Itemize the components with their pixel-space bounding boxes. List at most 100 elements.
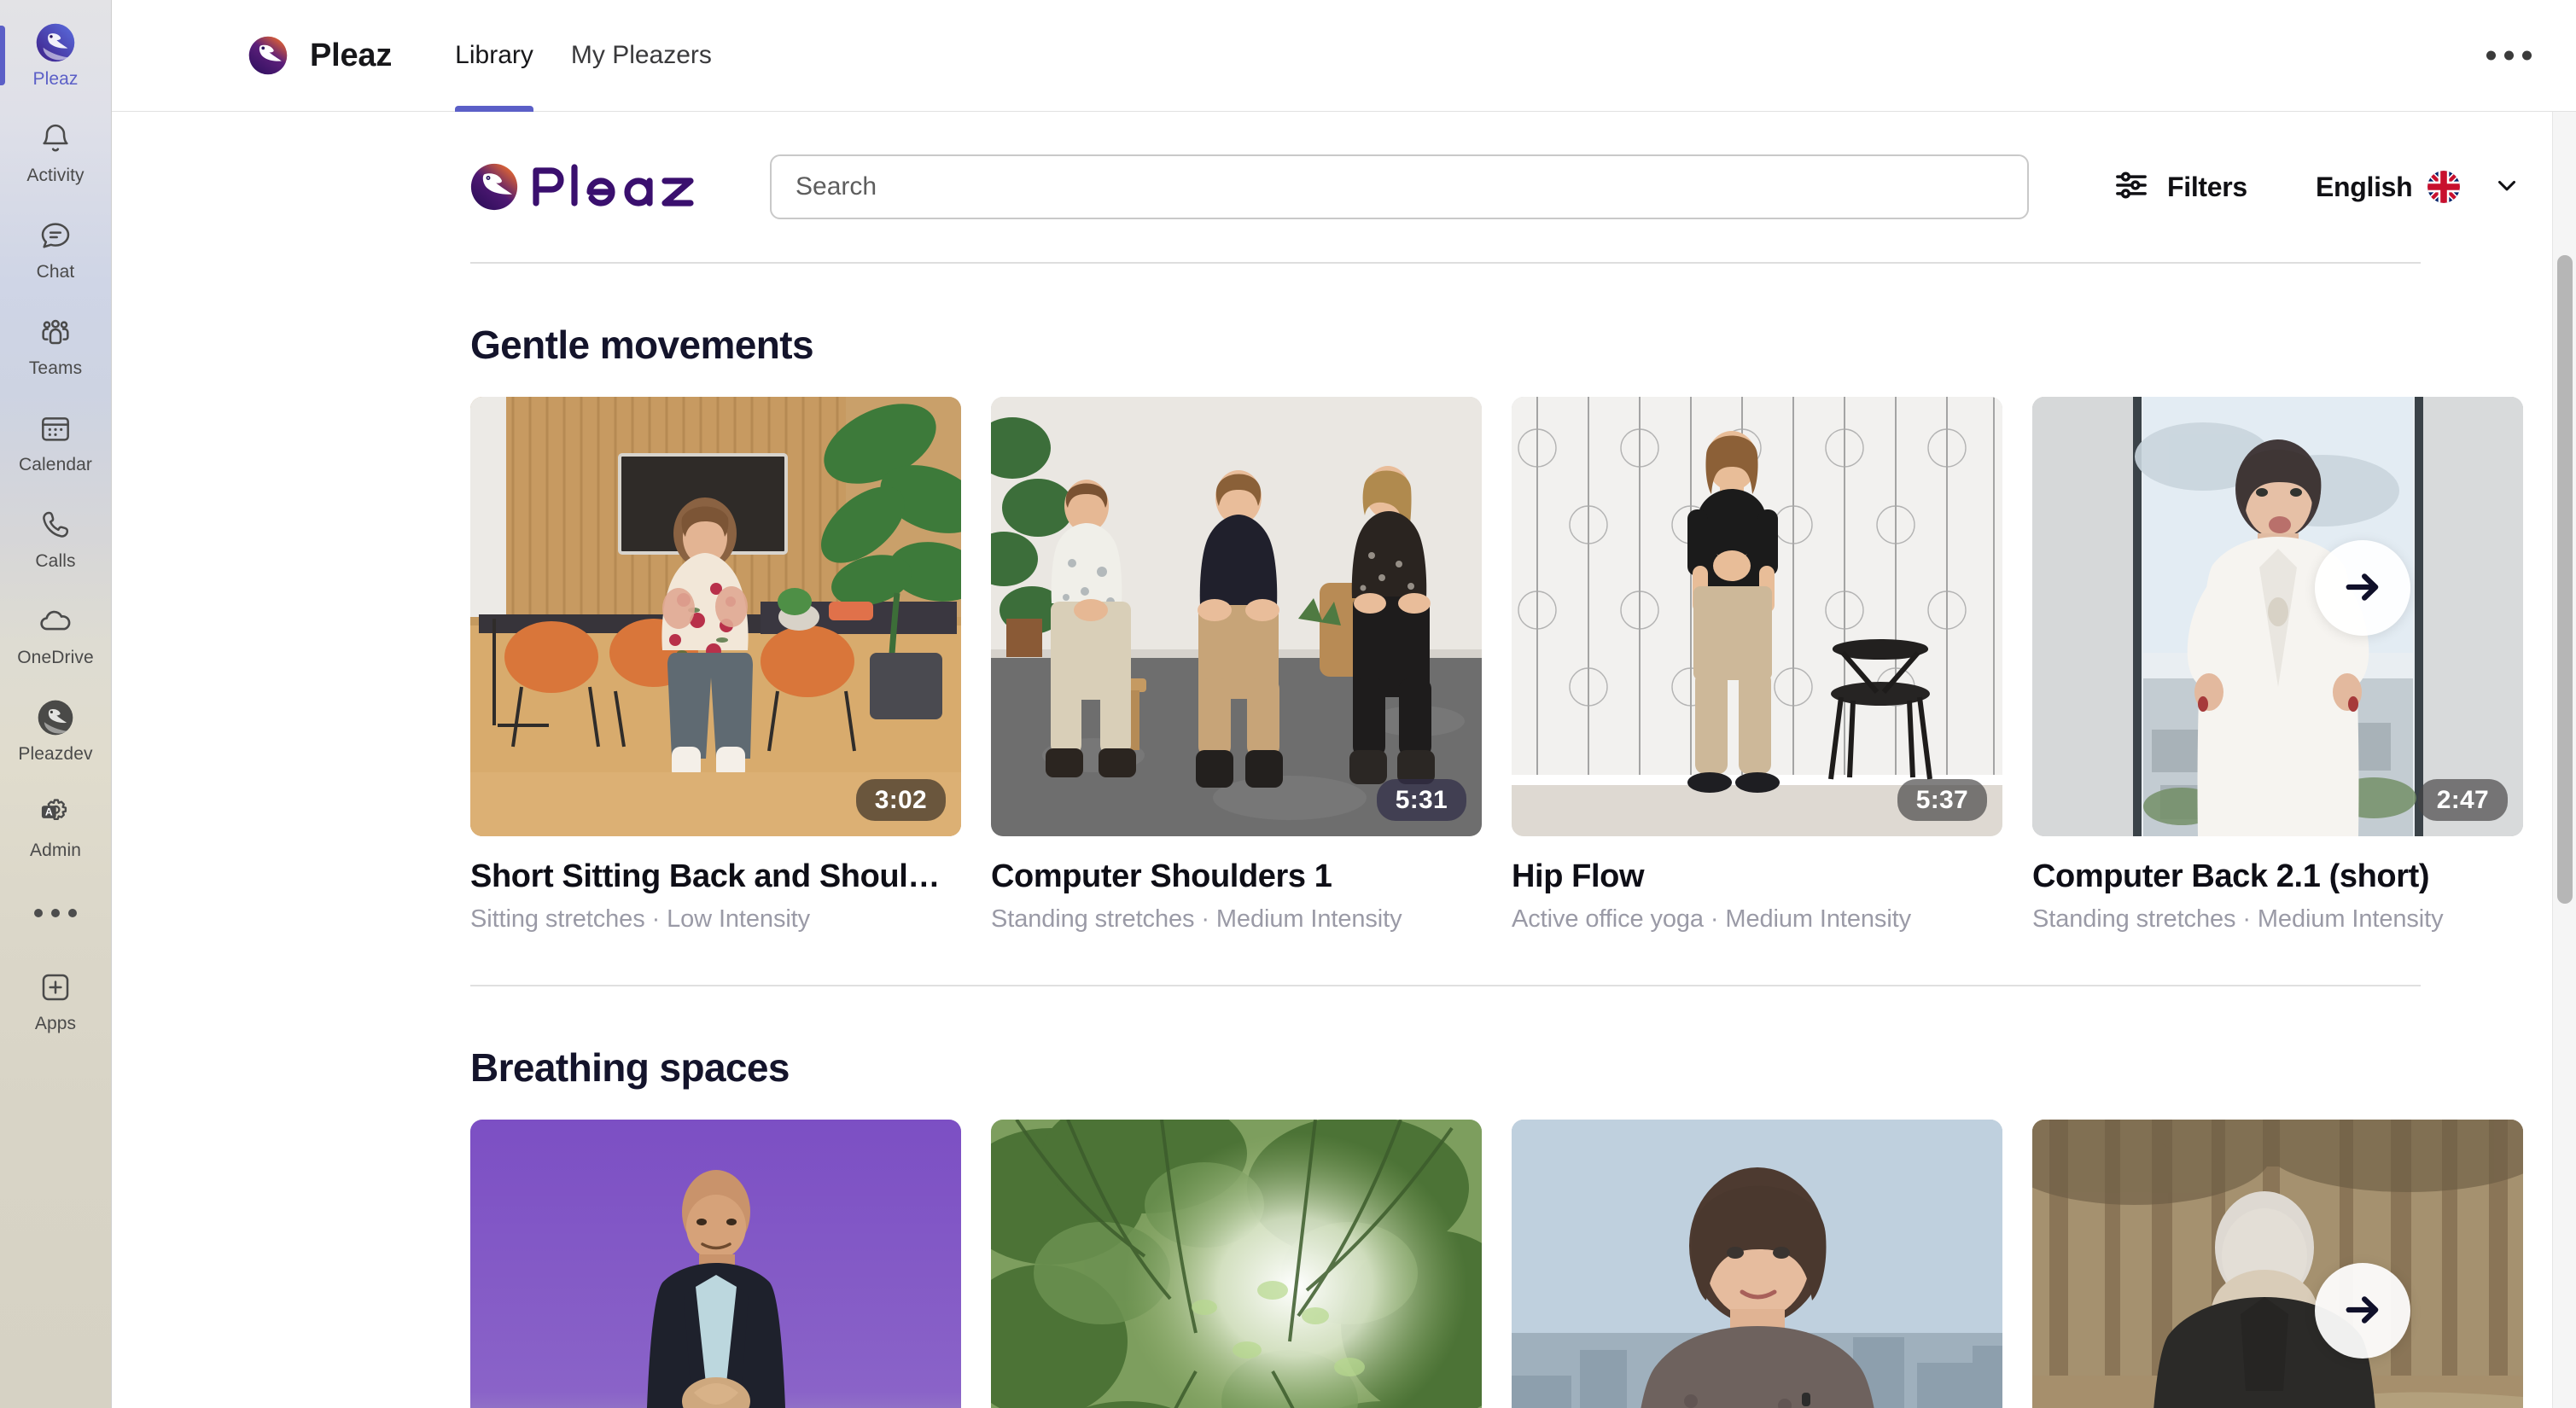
arrow-right-icon: [2340, 1288, 2385, 1335]
pleaz-wordmark: [530, 160, 705, 214]
search-input[interactable]: [796, 172, 2003, 201]
uk-flag-icon: [2427, 171, 2461, 203]
sidebar-item-chat[interactable]: Chat: [0, 200, 112, 296]
dot: [2522, 50, 2532, 61]
duration-badge: 5:31: [1376, 779, 1466, 821]
sidebar-more-apps-button[interactable]: [0, 875, 112, 951]
tab-label: My Pleazers: [570, 41, 712, 69]
sidebar-item-onedrive[interactable]: OneDrive: [0, 585, 112, 682]
video-thumbnail[interactable]: 5:31: [991, 397, 1482, 836]
duration-badge: 3:02: [855, 779, 946, 821]
video-thumbnail[interactable]: 5:37: [1512, 397, 2002, 836]
chat-bubble-icon: [36, 216, 75, 255]
sidebar-item-label: Teams: [28, 358, 83, 378]
teams-app-rail: Pleaz Activity Chat Teams Calendar Calls…: [0, 0, 112, 1408]
video-meta: Standing stretches · Medium Intensity: [991, 905, 1402, 933]
video-title: Computer Shoulders 1: [991, 858, 1332, 894]
video-thumbnail[interactable]: [1512, 1120, 2002, 1408]
sidebar-item-label: Admin: [29, 840, 82, 860]
video-card[interactable]: 3:02 Short Sitting Back and Shoul… Sitti…: [470, 397, 961, 934]
video-thumbnail[interactable]: [991, 1120, 1482, 1408]
ellipsis-icon[interactable]: [2474, 39, 2544, 73]
arrow-right-icon: [2340, 565, 2385, 612]
dot: [68, 909, 77, 917]
library-toolbar: Filters English: [470, 112, 2516, 262]
app-tabs: Library My Pleazers: [436, 0, 731, 112]
video-meta: Active office yoga · Medium Intensity: [1512, 905, 1912, 933]
video-card[interactable]: [2032, 1120, 2523, 1408]
sidebar-item-label: Calendar: [18, 454, 93, 474]
filters-label: Filters: [2167, 171, 2247, 202]
video-card[interactable]: [991, 1120, 1482, 1408]
carousel-track: [470, 1120, 2552, 1408]
carousel-track: 3:02 Short Sitting Back and Shoul… Sitti…: [470, 397, 2552, 934]
sidebar-item-calls[interactable]: Calls: [0, 489, 112, 585]
video-thumbnail[interactable]: 2:47: [2032, 397, 2523, 836]
library-scroll-region: Filters English: [112, 112, 2552, 1408]
video-thumbnail[interactable]: [470, 1120, 961, 1408]
sidebar-item-label: OneDrive: [17, 647, 94, 667]
bell-icon: [36, 119, 75, 159]
video-title: Short Sitting Back and Shoul…: [470, 858, 940, 894]
video-card[interactable]: [470, 1120, 961, 1408]
video-thumbnail[interactable]: [2032, 1120, 2523, 1408]
dot: [34, 909, 43, 917]
admin-gear-icon: A: [36, 794, 75, 834]
search-input-wrapper[interactable]: [770, 154, 2029, 219]
video-card[interactable]: 5:37 Hip Flow Active office yoga · Mediu…: [1512, 397, 2002, 934]
carousel-row: [470, 1120, 2523, 1408]
language-selector[interactable]: English: [2316, 171, 2521, 204]
sidebar-item-label: Activity: [26, 165, 85, 185]
sidebar-item-apps[interactable]: Apps: [0, 951, 112, 1048]
sidebar-item-calendar[interactable]: Calendar: [0, 393, 112, 489]
sidebar-item-label: Pleazdev: [18, 743, 93, 764]
pleaz-brand-logo[interactable]: [470, 160, 705, 214]
sidebar-item-label: Calls: [35, 550, 76, 571]
video-title: Hip Flow: [1512, 858, 1645, 894]
plus-square-icon: [36, 968, 75, 1007]
scrollbar-thumb[interactable]: [2557, 255, 2573, 904]
video-meta: Sitting stretches · Low Intensity: [470, 905, 811, 933]
vertical-scrollbar[interactable]: [2552, 112, 2576, 1408]
carousel-next-button-gentle-movements[interactable]: [2315, 540, 2410, 636]
thumbnail-image: [991, 397, 1482, 836]
svg-text:A: A: [45, 806, 53, 817]
sliders-icon: [2113, 166, 2150, 208]
phone-icon: [36, 505, 75, 544]
thumbnail-image: [1512, 397, 2002, 836]
cloud-icon: [36, 602, 75, 641]
teams-app-window: Pleaz Activity Chat Teams Calendar Calls…: [0, 0, 2576, 1408]
app-header: Pleaz Library My Pleazers: [112, 0, 2576, 112]
carousel-next-button-breathing-spaces[interactable]: [2315, 1263, 2410, 1359]
carousel-row: 3:02 Short Sitting Back and Shoul… Sitti…: [470, 397, 2523, 934]
sidebar-item-teams[interactable]: Teams: [0, 296, 112, 393]
filters-button[interactable]: Filters: [2113, 166, 2247, 208]
video-thumbnail[interactable]: 3:02: [470, 397, 961, 836]
sidebar-item-pleazdev[interactable]: Pleazdev: [0, 682, 112, 778]
tab-library[interactable]: Library: [436, 0, 552, 112]
people-icon: [36, 312, 75, 352]
sidebar-item-label: Chat: [36, 261, 75, 282]
sidebar-item-admin[interactable]: A Admin: [0, 778, 112, 875]
sidebar-item-pleaz[interactable]: Pleaz: [0, 7, 112, 103]
video-meta: Standing stretches · Medium Intensity: [2032, 905, 2444, 933]
dot: [2504, 50, 2514, 61]
active-indicator: [0, 26, 5, 85]
sidebar-item-activity[interactable]: Activity: [0, 103, 112, 200]
video-card[interactable]: 2:47 Computer Back 2.1 (short) Standing …: [2032, 397, 2523, 934]
thumbnail-image: [470, 1120, 961, 1408]
language-label: English: [2315, 171, 2413, 202]
thumbnail-image: [2032, 397, 2523, 836]
tab-my-pleazers[interactable]: My Pleazers: [552, 0, 731, 112]
thumbnail-image: [470, 397, 961, 836]
pleaz-toucan-icon: [36, 23, 75, 62]
dot: [2486, 50, 2496, 61]
video-card[interactable]: [1512, 1120, 2002, 1408]
duration-badge: 5:37: [1897, 779, 1987, 821]
content-area: Filters English: [112, 112, 2576, 1408]
app-main-column: Pleaz Library My Pleazers Search Filters…: [112, 0, 2576, 1408]
video-card[interactable]: 5:31 Computer Shoulders 1 Standing stret…: [991, 397, 1482, 934]
pleaz-toucan-icon: [248, 36, 288, 75]
thumbnail-image: [991, 1120, 1482, 1408]
dot: [51, 909, 60, 917]
